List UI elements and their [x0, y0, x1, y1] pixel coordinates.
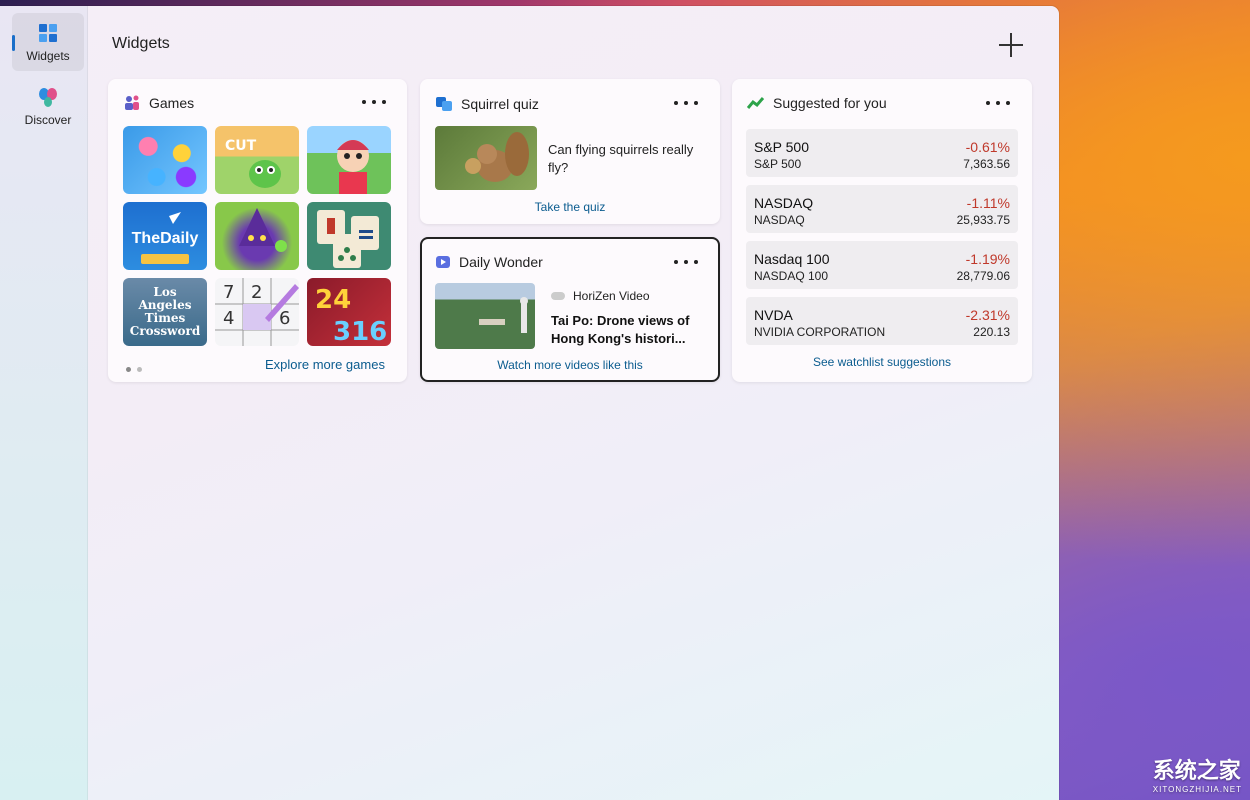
- svg-text:4: 4: [223, 308, 234, 329]
- mahjong-tiles-icon: [317, 210, 379, 268]
- quiz-more-button[interactable]: [674, 96, 698, 110]
- quiz-icon: [436, 97, 452, 111]
- active-indicator: [12, 35, 15, 51]
- see-watchlist-link[interactable]: See watchlist suggestions: [732, 355, 1032, 369]
- stock-row-nasdaq100[interactable]: Nasdaq 100 NASDAQ 100 -1.19% 28,779.06: [746, 241, 1018, 289]
- quiz-question[interactable]: Can flying squirrels really fly?: [548, 141, 708, 177]
- game-tile-candy-crush[interactable]: [123, 126, 207, 194]
- svg-text:7: 7: [223, 282, 234, 303]
- widgets-panel: Widgets Discover Widgets Games CUT TheDa…: [0, 6, 1059, 800]
- sidebar-item-label: Widgets: [26, 49, 70, 63]
- numbers-icon: 24 316: [315, 285, 387, 346]
- sidebar-item-discover[interactable]: Discover: [12, 77, 84, 135]
- page-indicator: [126, 367, 142, 372]
- wonder-title: Daily Wonder: [435, 254, 543, 270]
- svg-text:CUT: CUT: [225, 138, 257, 154]
- om-nom-icon: CUT: [225, 138, 281, 188]
- watch-more-link[interactable]: Watch more videos like this: [422, 358, 718, 372]
- widgets-icon: [39, 24, 57, 42]
- games-title: Games: [123, 94, 194, 112]
- page-title: Widgets: [112, 35, 170, 52]
- discover-icon: [39, 88, 57, 107]
- video-headline[interactable]: Tai Po: Drone views of Hong Kong's histo…: [551, 312, 711, 348]
- game-tile-wizard-game[interactable]: [215, 202, 299, 270]
- wizard-icon: [239, 208, 287, 252]
- sidebar: Widgets Discover: [0, 6, 88, 800]
- stocks-more-button[interactable]: [986, 96, 1010, 110]
- character-icon: [337, 140, 369, 194]
- daily-wonder-widget: Daily Wonder HoriZen Video Tai Po: Drone…: [420, 237, 720, 382]
- svg-text:6: 6: [279, 308, 290, 329]
- plus-icon[interactable]: [996, 30, 1026, 60]
- video-source: HoriZen Video: [551, 289, 650, 303]
- game-tile-la-times-crossword[interactable]: Los Angeles Times Crossword: [123, 278, 207, 346]
- take-quiz-link[interactable]: Take the quiz: [420, 200, 720, 214]
- squirrel-quiz-widget: Squirrel quiz Can flying squirrels reall…: [420, 79, 720, 224]
- game-tile-the-daily-crossword[interactable]: TheDaily: [123, 202, 207, 270]
- wonder-more-button[interactable]: [674, 255, 698, 269]
- games-more-button[interactable]: [362, 95, 386, 109]
- sidebar-item-label: Discover: [24, 113, 72, 127]
- sidebar-item-widgets[interactable]: Widgets: [12, 13, 84, 71]
- svg-text:316: 316: [333, 317, 387, 346]
- svg-text:24: 24: [315, 285, 351, 315]
- game-tile-cut-the-rope[interactable]: CUT: [215, 126, 299, 194]
- quiz-title: Squirrel quiz: [435, 95, 539, 113]
- stock-row-nasdaq[interactable]: NASDAQ NASDAQ -1.11% 25,933.75: [746, 185, 1018, 233]
- game-tile-sudoku[interactable]: 7 2 4 6: [215, 278, 299, 346]
- watermark: 系统之家 XITONGZHIJIA.NET: [1152, 758, 1242, 794]
- sudoku-grid-icon: 7 2 4 6: [215, 278, 299, 346]
- video-icon: [436, 256, 450, 268]
- squirrel-icon: [465, 132, 529, 182]
- game-tile-mahjong[interactable]: [307, 202, 391, 270]
- stocks-title: Suggested for you: [747, 95, 887, 111]
- game-tile-2048[interactable]: 24 316: [307, 278, 391, 346]
- source-logo-icon: [551, 292, 565, 300]
- stock-row-nvda[interactable]: NVDA NVIDIA CORPORATION -2.31% 220.13: [746, 297, 1018, 345]
- games-icon: [125, 95, 139, 110]
- squirrel-image[interactable]: [435, 126, 537, 190]
- video-thumbnail[interactable]: [435, 283, 535, 349]
- explore-more-games-link[interactable]: Explore more games: [265, 357, 385, 372]
- game-tile-hotel-game[interactable]: [307, 126, 391, 194]
- stock-row-sp500[interactable]: S&P 500 S&P 500 -0.61% 7,363.56: [746, 129, 1018, 177]
- stock-trend-icon: [747, 97, 765, 109]
- svg-text:2: 2: [251, 282, 262, 303]
- statue-icon: [479, 297, 528, 333]
